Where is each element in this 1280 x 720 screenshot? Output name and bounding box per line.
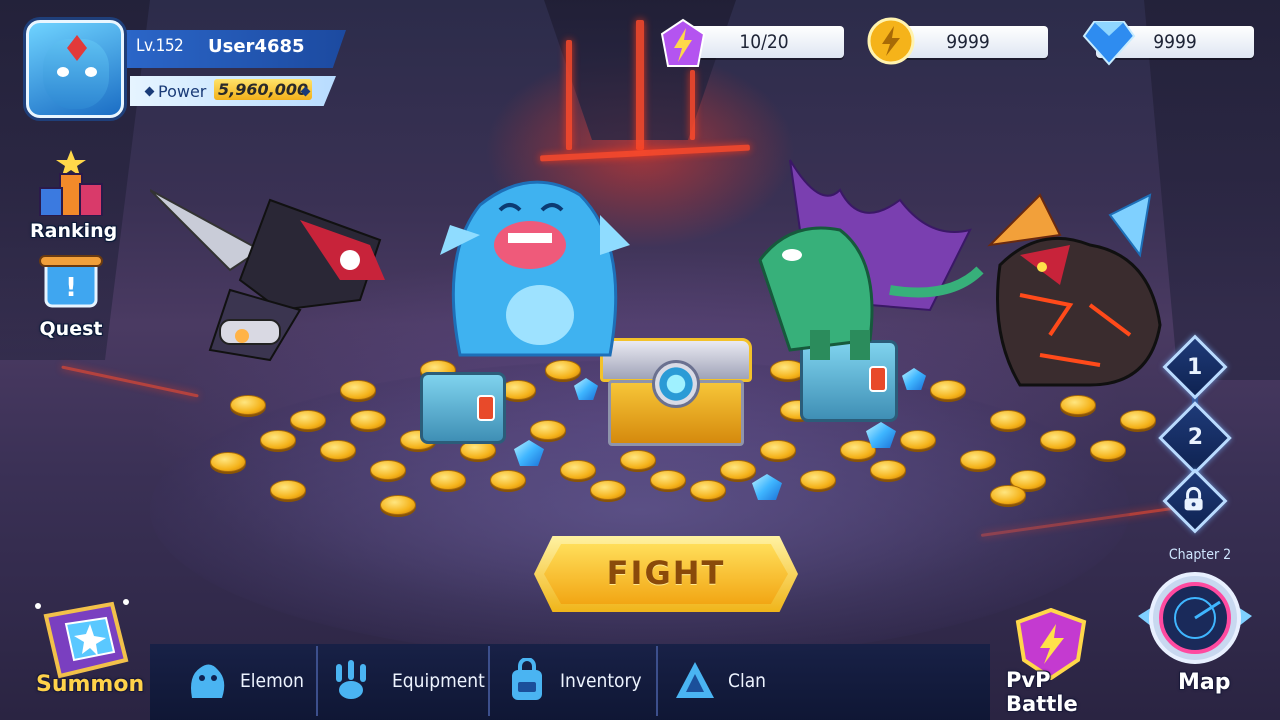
ranking-label: Ranking bbox=[30, 220, 118, 242]
player-username: User4685 bbox=[208, 36, 305, 57]
radar-map-icon bbox=[1138, 572, 1252, 664]
nav-clan[interactable]: Clan bbox=[672, 648, 766, 714]
chapter-label: Chapter 2 bbox=[1168, 547, 1232, 563]
nav-inventory[interactable]: Inventory bbox=[504, 648, 642, 714]
quest-button[interactable]: ! Quest bbox=[30, 252, 112, 340]
power-label: Power bbox=[158, 82, 207, 101]
supply-crate bbox=[420, 372, 506, 444]
paw-claw-icon bbox=[336, 660, 366, 699]
svg-text:!: ! bbox=[65, 273, 77, 303]
blue-diamond-icon bbox=[1082, 21, 1136, 66]
pvp-battle-label: PvP Battle bbox=[1006, 668, 1078, 716]
backpack-icon bbox=[512, 658, 542, 700]
fight-label: FIGHT bbox=[606, 554, 726, 592]
stage-1-label: 1 bbox=[1186, 354, 1203, 380]
energy-counter[interactable]: 10/20 bbox=[684, 26, 844, 58]
lightning-crystal-icon bbox=[660, 18, 706, 67]
summon-label: Summon bbox=[36, 672, 145, 697]
fight-button[interactable]: FIGHT bbox=[534, 536, 798, 612]
nav-elemon[interactable]: Elemon bbox=[184, 648, 304, 714]
green-plant-dragon-monster bbox=[758, 159, 984, 360]
energy-value: 10/20 bbox=[739, 31, 789, 53]
summon-button[interactable]: Summon bbox=[18, 596, 145, 716]
player-level: Lv.152 bbox=[136, 36, 184, 56]
blue-yeti-monster bbox=[440, 180, 630, 357]
inventory-label: Inventory bbox=[560, 670, 642, 692]
lava-golem-monster bbox=[987, 193, 1162, 387]
elemon-creature-icon bbox=[191, 664, 225, 698]
clan-label: Clan bbox=[728, 670, 766, 692]
pvp-battle-button[interactable]: PvP Battle bbox=[1000, 606, 1110, 716]
player-avatar[interactable] bbox=[26, 20, 124, 118]
nav-divider bbox=[488, 646, 490, 716]
stage-2-label: 2 bbox=[1187, 425, 1204, 451]
chapter-indicator: Chapter 2 bbox=[1152, 544, 1248, 566]
clan-triangle-icon bbox=[676, 662, 714, 698]
ranking-podium-icon bbox=[39, 150, 103, 217]
quest-scroll-icon: ! bbox=[39, 255, 103, 308]
equipment-label: Equipment bbox=[392, 670, 485, 692]
dark-bird-monster bbox=[150, 189, 385, 362]
elemon-label: Elemon bbox=[240, 670, 305, 692]
nav-divider bbox=[656, 646, 658, 716]
map-label: Map bbox=[1178, 670, 1231, 695]
lock-icon bbox=[1174, 486, 1214, 518]
quest-label: Quest bbox=[39, 318, 103, 340]
power-value: 5,960,000 bbox=[214, 79, 313, 100]
map-button[interactable]: Map bbox=[1120, 566, 1270, 716]
nav-divider bbox=[316, 646, 318, 716]
ranking-button[interactable]: Ranking bbox=[30, 150, 118, 242]
gold-coin-icon bbox=[867, 17, 915, 65]
nav-equipment[interactable]: Equipment bbox=[328, 648, 485, 714]
